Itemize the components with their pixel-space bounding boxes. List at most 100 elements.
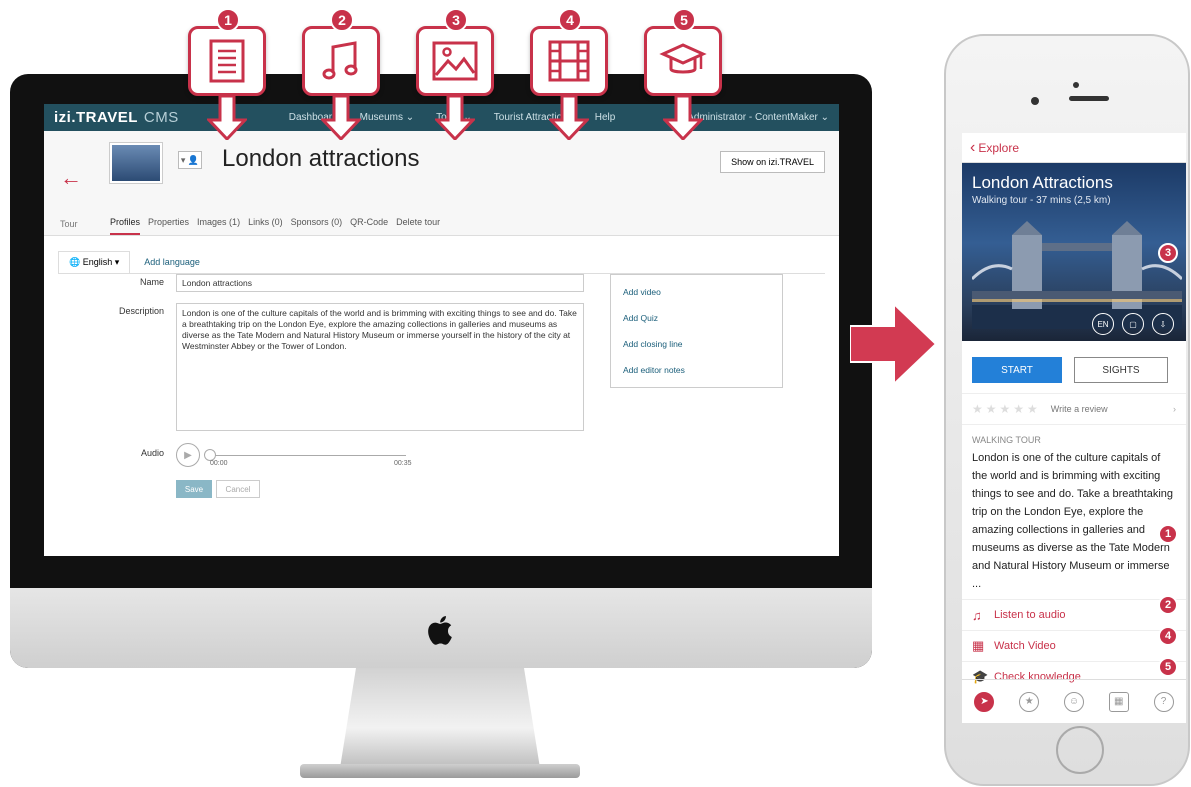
callout-text: 1 <box>188 8 266 140</box>
right-arrow-icon <box>850 302 938 386</box>
write-review-link[interactable]: Write a review <box>1051 404 1108 414</box>
add-video-link[interactable]: Add video <box>623 287 770 297</box>
stage: izi.TRAVELCMS Dashboard Museums ⌄ Tours … <box>0 0 1191 787</box>
film-icon: ▦ <box>972 638 985 653</box>
audio-progress-track[interactable] <box>210 455 406 456</box>
badge-number: 4 <box>1158 626 1178 646</box>
callout-box <box>188 26 266 96</box>
sights-button[interactable]: SIGHTS <box>1074 357 1168 383</box>
language-select[interactable]: 🌐 English ▾ <box>58 250 131 273</box>
user-icon: ▾ 👤 <box>180 154 200 165</box>
description-label: Description <box>118 306 164 316</box>
help-tab-icon[interactable]: ? <box>1153 691 1174 712</box>
tab-profiles[interactable]: Profiles <box>110 217 141 235</box>
tour-subtitle: Walking tour - 37 mins (2,5 km) <box>972 195 1111 206</box>
down-arrow-icon <box>549 96 589 140</box>
down-arrow-icon <box>321 96 361 140</box>
globe-icon: 🌐 <box>69 256 81 267</box>
add-quiz-link[interactable]: Add Quiz <box>623 313 770 323</box>
back-chevron-icon[interactable]: ‹ <box>970 139 975 157</box>
save-button[interactable]: Save <box>176 480 212 498</box>
tab-links[interactable]: Links (0) <box>248 217 283 235</box>
phone-speaker <box>1069 96 1109 101</box>
rating-row[interactable]: ★★★★★ Write a review › <box>962 393 1186 425</box>
callout-box <box>644 26 722 96</box>
audio-time-end: 00:35 <box>394 460 412 467</box>
logo-sub: CMS <box>143 109 179 126</box>
badge-number: 5 <box>1158 657 1178 677</box>
document-icon <box>209 39 245 83</box>
qr-tab-icon[interactable]: ▦ <box>1108 691 1129 712</box>
show-on-izi-button[interactable]: Show on izi.TRAVEL <box>720 151 825 173</box>
callout-box <box>530 26 608 96</box>
logo-text: izi.TRAVEL <box>54 109 138 126</box>
film-icon <box>548 40 590 82</box>
tour-description: London is one of the culture capitals of… <box>972 452 1173 590</box>
language-en-button[interactable]: EN <box>1092 313 1114 335</box>
callout-box <box>416 26 494 96</box>
download-icon[interactable]: ⇩ <box>1152 313 1174 335</box>
back-link[interactable]: Explore <box>978 141 1019 155</box>
favorites-tab-icon[interactable]: ★ <box>1019 691 1040 712</box>
add-language-link[interactable]: Add language <box>144 257 200 267</box>
callout-box <box>302 26 380 96</box>
explore-tab-icon[interactable]: ➤ <box>974 691 995 712</box>
callout-audio: 2 <box>302 8 380 140</box>
play-audio-button[interactable]: ▶ <box>176 443 200 467</box>
audio-time-start: 00:00 <box>210 460 228 467</box>
play-icon: ▶ <box>184 449 192 461</box>
back-arrow-icon[interactable]: ← <box>60 165 82 191</box>
star-rating-icon[interactable]: ★★★★★ <box>972 402 1041 416</box>
tab-delete-tour[interactable]: Delete tour <box>396 217 440 235</box>
music-note-icon: ♫ <box>972 607 982 623</box>
callout-video: 4 <box>530 8 608 140</box>
tour-label: Tour <box>60 219 78 229</box>
apple-logo-icon <box>428 616 452 645</box>
profile-tab-icon[interactable]: ☺ <box>1063 691 1084 712</box>
tab-properties[interactable]: Properties <box>148 217 189 235</box>
cms-screen: izi.TRAVELCMS Dashboard Museums ⌄ Tours … <box>44 104 839 556</box>
tab-qr-code[interactable]: QR-Code <box>350 217 388 235</box>
watch-video-row[interactable]: ▦ Watch Video <box>962 630 1186 661</box>
badge-number: 2 <box>1158 595 1178 615</box>
cancel-button[interactable]: Cancel <box>216 480 260 498</box>
phone-tabbar: ➤ ★ ☺ ▦ ? <box>962 679 1186 723</box>
phone-home-button[interactable] <box>1056 726 1104 774</box>
callout-number: 3 <box>444 8 468 32</box>
tower-bridge-image <box>972 221 1182 329</box>
callout-number: 5 <box>672 8 696 32</box>
down-arrow-icon <box>663 96 703 140</box>
phone-navbar: ‹ Explore <box>962 133 1186 163</box>
badge-number: 1 <box>1158 524 1178 544</box>
listen-audio-row[interactable]: ♫ Listen to audio <box>962 599 1186 630</box>
phone-camera <box>1073 82 1079 88</box>
chevron-right-icon: › <box>1173 404 1176 414</box>
name-input[interactable]: London attractions <box>176 274 584 292</box>
add-closing-line-link[interactable]: Add closing line <box>623 339 770 349</box>
down-arrow-icon <box>435 96 475 140</box>
callout-image: 3 <box>416 8 494 140</box>
extras-panel: Add video Add Quiz Add closing line Add … <box>610 274 783 388</box>
tour-hero: London Attractions Walking tour - 37 min… <box>962 163 1186 341</box>
tour-thumbnail[interactable] <box>110 143 162 183</box>
bookmark-icon[interactable]: ▢ <box>1122 313 1144 335</box>
author-dropdown-button[interactable]: ▾ 👤 <box>178 151 202 169</box>
language-en-label: EN <box>1097 319 1109 329</box>
music-note-icon <box>322 41 358 80</box>
tab-sponsors[interactable]: Sponsors (0) <box>291 217 343 235</box>
description-textarea[interactable]: London is one of the culture capitals of… <box>176 303 584 431</box>
language-label: English <box>82 256 113 267</box>
graduation-cap-icon <box>659 43 707 74</box>
badge-number: 3 <box>1158 243 1178 263</box>
cms-logo[interactable]: izi.TRAVEL CMS <box>54 109 179 126</box>
watch-video-label: Watch Video <box>994 640 1056 652</box>
image-icon <box>432 41 478 81</box>
language-row: 🌐 English ▾ Add language <box>58 250 825 274</box>
start-button[interactable]: START <box>972 357 1062 383</box>
callout-number: 2 <box>330 8 354 32</box>
add-editor-notes-link[interactable]: Add editor notes <box>623 365 770 375</box>
page-title: London attractions <box>222 145 420 172</box>
action-buttons: START SIGHTS <box>962 341 1186 393</box>
callout-quiz: 5 <box>644 8 722 140</box>
tab-images[interactable]: Images (1) <box>197 217 240 235</box>
